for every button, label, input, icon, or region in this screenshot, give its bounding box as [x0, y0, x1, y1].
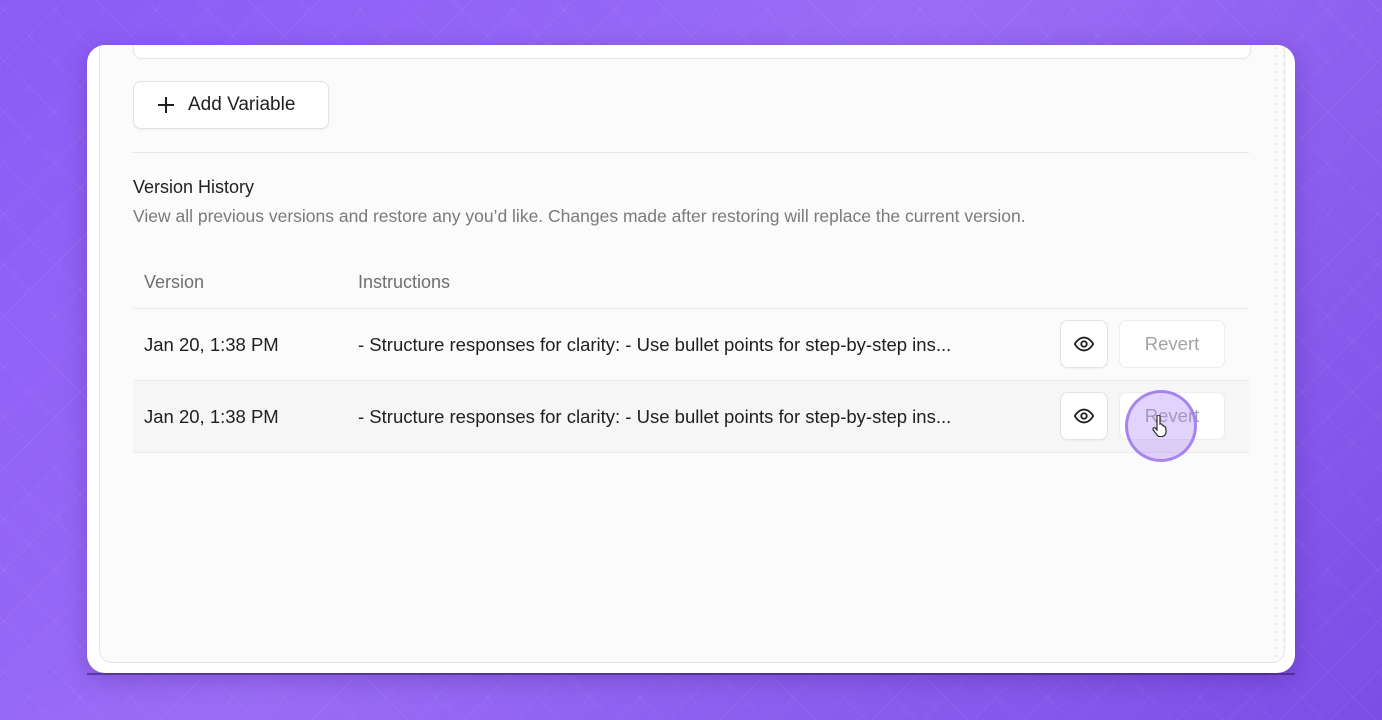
- version-instructions: - Structure responses for clarity: - Use…: [358, 333, 952, 355]
- version-history-title: Version History: [133, 177, 255, 197]
- row-actions: Revert: [1060, 320, 1225, 368]
- add-variable-button[interactable]: Add Variable: [133, 81, 329, 129]
- version-history-table: Version Instructions Jan 20, 1:38 PM - S…: [133, 256, 1249, 462]
- table-row: Jan 20, 1:38 PM - Structure responses fo…: [133, 309, 1249, 381]
- version-date: Jan 20, 1:38 PM: [144, 405, 279, 427]
- view-version-button[interactable]: [1060, 392, 1108, 440]
- plus-icon: [158, 97, 174, 113]
- add-variable-label: Add Variable: [188, 94, 296, 115]
- section-divider: [133, 152, 1249, 153]
- version-history-description: View all previous versions and restore a…: [133, 206, 1026, 226]
- version-date: Jan 20, 1:38 PM: [144, 333, 279, 355]
- version-instructions: - Structure responses for clarity: - Use…: [358, 405, 952, 427]
- settings-panel: Add Variable Version History View all pr…: [99, 45, 1285, 663]
- eye-icon: [1073, 336, 1095, 352]
- row-actions: Revert: [1060, 390, 1225, 462]
- column-header-instructions: Instructions: [358, 271, 451, 292]
- revert-button[interactable]: Revert: [1119, 392, 1225, 440]
- variable-field[interactable]: [133, 45, 1251, 59]
- card-bottom-edge: [87, 673, 1295, 675]
- scroll-edge: [1272, 45, 1284, 662]
- table-header: Version Instructions: [133, 256, 1249, 309]
- settings-card: Add Variable Version History View all pr…: [87, 45, 1295, 673]
- table-row: Jan 20, 1:38 PM - Structure responses fo…: [133, 381, 1249, 462]
- column-header-version: Version: [144, 271, 205, 292]
- revert-button[interactable]: Revert: [1119, 320, 1225, 368]
- revert-button-wrapper: Revert: [1119, 390, 1225, 462]
- view-version-button[interactable]: [1060, 320, 1108, 368]
- eye-icon: [1073, 408, 1095, 424]
